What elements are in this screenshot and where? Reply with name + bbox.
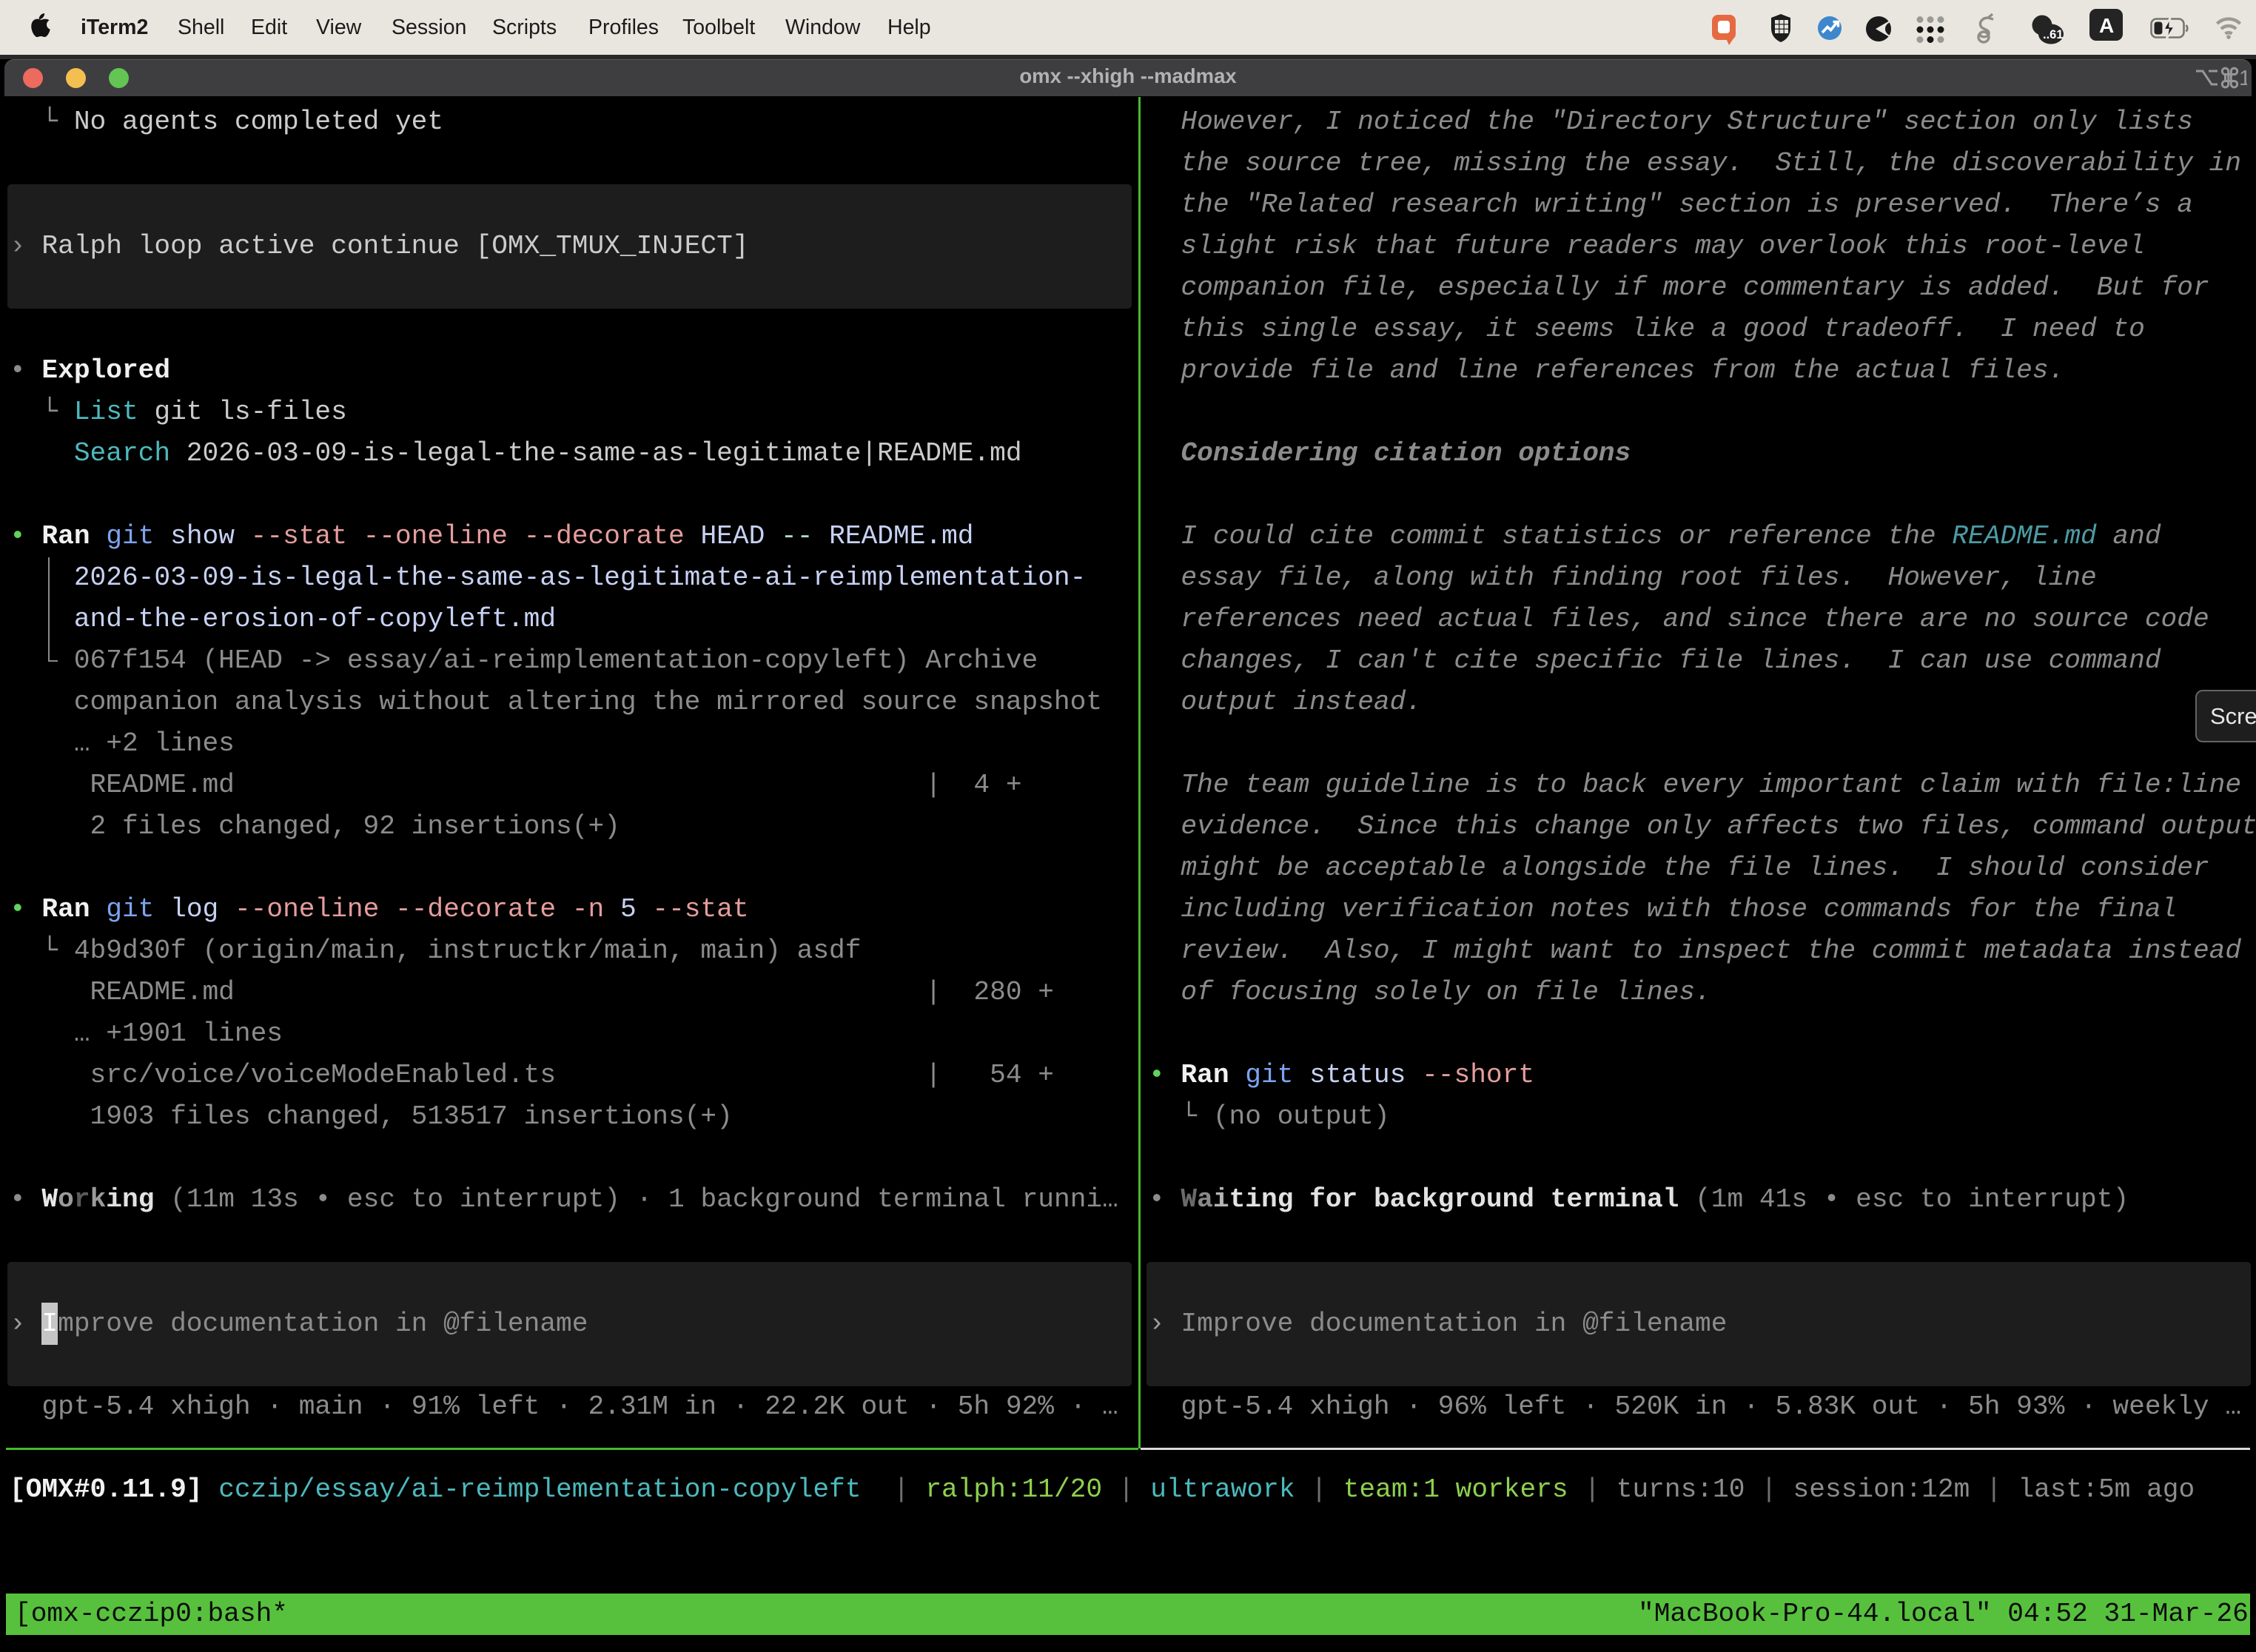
svg-text:..61: ..61 (2043, 28, 2064, 41)
svg-text:A: A (2099, 14, 2114, 37)
svg-text:1: 1 (2239, 67, 2247, 90)
